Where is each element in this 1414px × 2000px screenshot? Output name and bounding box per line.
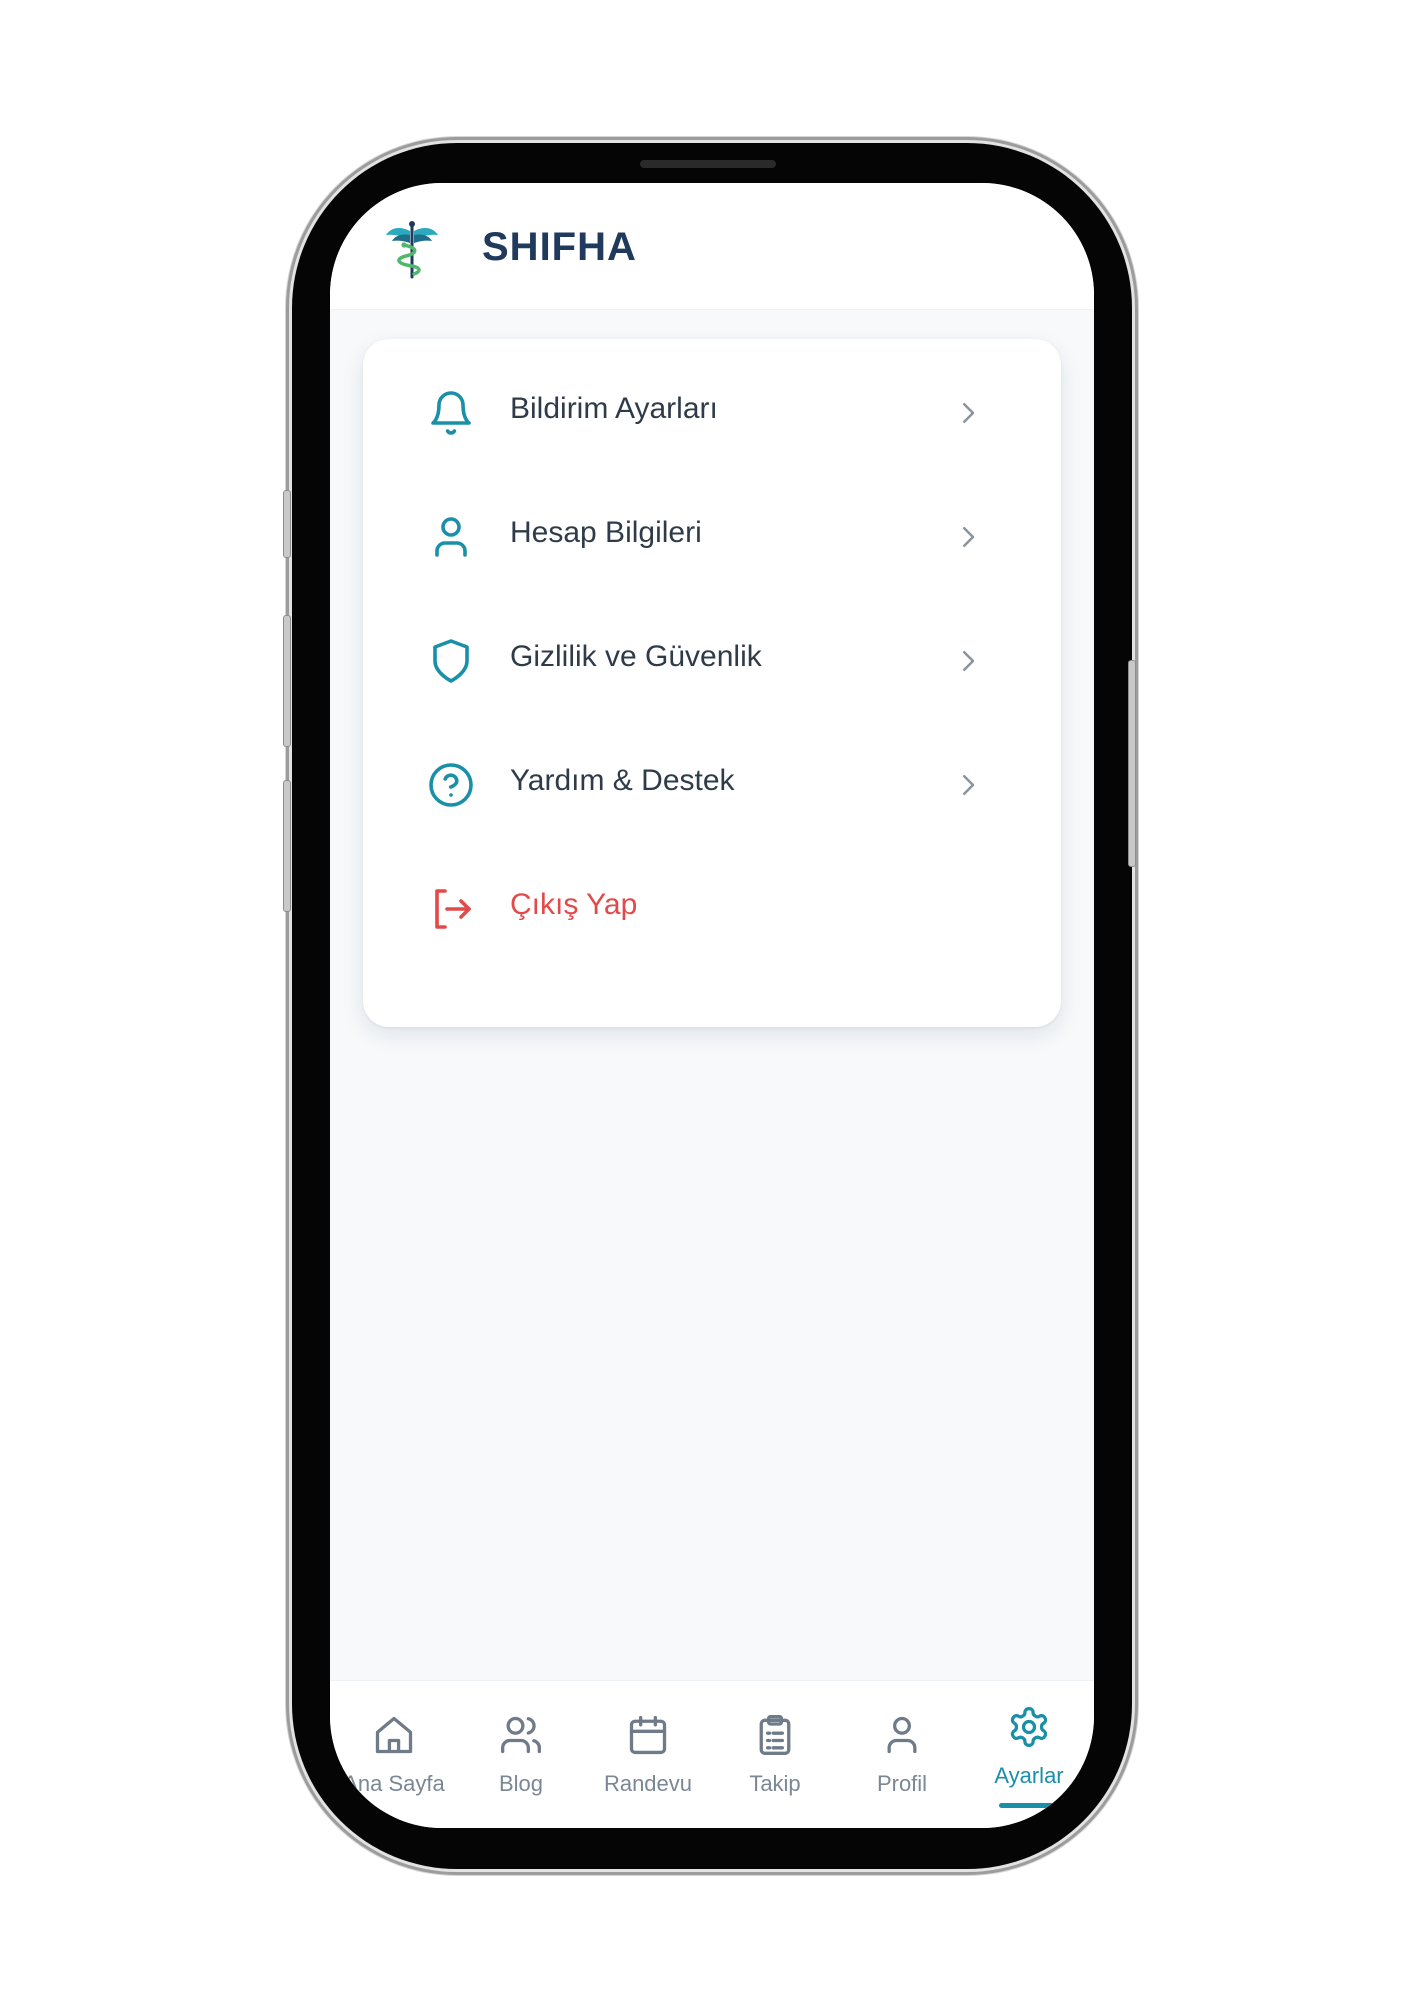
app-header: SHIFHA xyxy=(330,183,1094,310)
settings-item-label: Hesap Bilgileri xyxy=(510,516,702,549)
logout-button[interactable]: Çıkış Yap xyxy=(363,847,1061,971)
shield-icon xyxy=(433,639,469,683)
clipboard-icon xyxy=(759,1715,791,1755)
help-circle-icon xyxy=(429,763,473,807)
bottom-tab-bar: Ana Sayfa Blog Randevu Takip Profil Ayar… xyxy=(330,1680,1094,1828)
app-screen: SHIFHA Bildirim Ayarları Hesap Bilgileri xyxy=(330,183,1094,1828)
tab-settings[interactable]: Ayarlar xyxy=(965,1681,1093,1828)
settings-item-privacy[interactable]: Gizlilik ve Güvenlik xyxy=(363,599,1061,723)
logout-label: Çıkış Yap xyxy=(510,888,638,921)
home-icon xyxy=(375,1716,413,1754)
settings-item-help[interactable]: Yardım & Destek xyxy=(363,723,1061,847)
tab-home[interactable]: Ana Sayfa xyxy=(330,1681,458,1828)
app-title: SHIFHA xyxy=(482,225,637,269)
tab-label: Ana Sayfa xyxy=(343,1771,445,1796)
settings-item-label: Bildirim Ayarları xyxy=(510,392,718,425)
user-icon xyxy=(887,1716,917,1754)
chevron-right-icon xyxy=(963,651,975,671)
tab-label: Blog xyxy=(498,1771,544,1796)
chevron-right-icon xyxy=(963,775,975,795)
settings-card: Bildirim Ayarları Hesap Bilgileri Gizlil… xyxy=(363,339,1061,1027)
chevron-right-icon xyxy=(963,403,975,423)
tab-profile[interactable]: Profil xyxy=(838,1681,966,1828)
logout-icon xyxy=(435,889,471,929)
tab-label: Ayarlar xyxy=(994,1763,1064,1788)
volume-down-button xyxy=(283,780,291,912)
mute-switch xyxy=(283,490,291,558)
settings-item-notifications[interactable]: Bildirim Ayarları xyxy=(363,351,1061,475)
speaker-grille xyxy=(640,160,776,168)
settings-item-label: Yardım & Destek xyxy=(510,764,735,797)
user-icon xyxy=(435,517,467,557)
tab-tracking[interactable]: Takip xyxy=(711,1681,839,1828)
power-button xyxy=(1128,660,1136,867)
tab-label: Takip xyxy=(749,1771,801,1796)
users-icon xyxy=(501,1716,541,1754)
chevron-right-icon xyxy=(963,527,975,547)
calendar-icon xyxy=(629,1715,667,1755)
settings-item-label: Gizlilik ve Güvenlik xyxy=(510,640,762,673)
gear-icon xyxy=(1010,1707,1048,1747)
active-tab-indicator xyxy=(999,1803,1059,1808)
tab-appointment[interactable]: Randevu xyxy=(584,1681,712,1828)
volume-up-button xyxy=(283,615,291,747)
tab-label: Randevu xyxy=(603,1771,693,1796)
caduceus-logo-icon xyxy=(386,221,438,279)
bell-icon xyxy=(431,391,471,435)
tab-blog[interactable]: Blog xyxy=(457,1681,585,1828)
tab-label: Profil xyxy=(876,1771,928,1796)
settings-item-account[interactable]: Hesap Bilgileri xyxy=(363,475,1061,599)
